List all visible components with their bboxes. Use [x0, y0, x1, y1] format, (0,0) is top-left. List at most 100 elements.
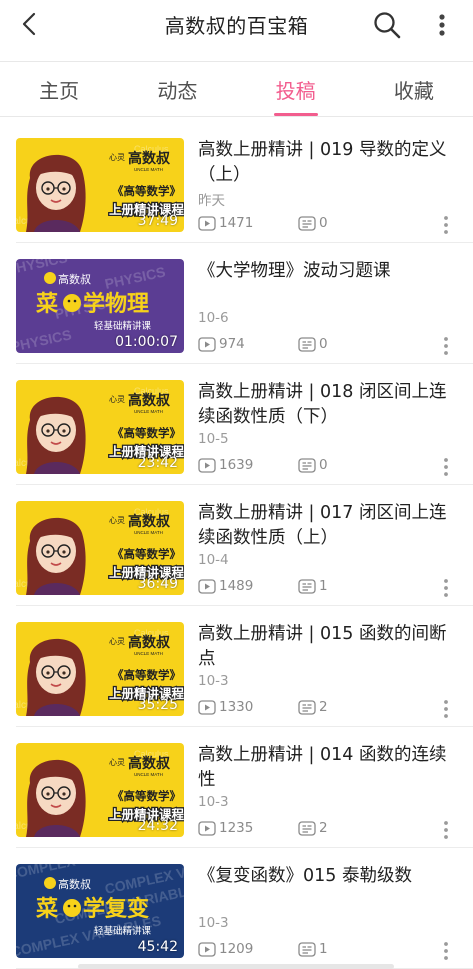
svg-text:心灵: 心灵 [109, 758, 125, 767]
play-count-value: 1330 [219, 699, 254, 715]
thumb-subtitle: 《高等数学》 [112, 789, 181, 803]
danmaku-count-value: 0 [319, 215, 328, 231]
video-duration: 35:25 [137, 697, 178, 713]
video-stats: 974 0 [198, 336, 463, 356]
video-list-item[interactable]: COMPLEX VARIABLES COMPLEX VARIABLES COMP… [0, 848, 473, 969]
upload-date: 昨天 [198, 193, 225, 209]
video-title[interactable]: 《大学物理》波动习题课 [198, 259, 456, 284]
video-duration: 23:42 [137, 455, 178, 471]
thumb-title-left: 菜 [35, 292, 58, 317]
video-title[interactable]: 高数上册精讲 | 015 函数的间断点 [198, 622, 456, 672]
video-title[interactable]: 高数上册精讲 | 014 函数的连续性 [198, 743, 456, 793]
video-stats: 1471 0 [198, 215, 463, 235]
danmaku-icon [298, 215, 316, 231]
video-duration: 37:49 [137, 213, 178, 229]
play-count: 1330 [198, 699, 253, 715]
svg-text:UNCLE MATH: UNCLE MATH [134, 409, 163, 414]
play-count-icon [198, 336, 216, 352]
danmaku-count: 2 [298, 699, 328, 715]
item-more-icon[interactable] [440, 698, 452, 720]
play-count-value: 1471 [219, 215, 254, 231]
danmaku-count-value: 2 [319, 699, 328, 715]
video-title[interactable]: 《复变函数》015 泰勒级数 [198, 864, 456, 889]
danmaku-icon [298, 336, 316, 352]
upload-date: 10-4 [198, 552, 229, 568]
item-more-icon[interactable] [440, 577, 452, 599]
video-title[interactable]: 高数上册精讲 | 019 导数的定义（上） [198, 138, 456, 188]
video-thumbnail[interactable]: Calculus Calculus 心灵 高数叔 UNCLE MATH 《高等数… [16, 138, 184, 232]
back-arrow-icon[interactable] [18, 10, 42, 38]
danmaku-count: 0 [298, 215, 328, 231]
video-title[interactable]: 高数上册精讲 | 018 闭区间上连续函数性质（下） [198, 380, 456, 430]
scroll-indicator [78, 964, 394, 969]
video-thumbnail[interactable]: Calculus Calculus 心灵 高数叔 UNCLE MATH 《高等数… [16, 501, 184, 595]
svg-text:心灵: 心灵 [109, 395, 125, 404]
svg-text:心灵: 心灵 [109, 516, 125, 525]
play-count-value: 1489 [219, 578, 254, 594]
thumb-subtitle: 《高等数学》 [112, 184, 181, 198]
play-count-icon [198, 699, 216, 715]
danmaku-icon [298, 699, 316, 715]
video-list-item[interactable]: Calculus Calculus 心灵 高数叔 UNCLE MATH 《高等数… [0, 606, 473, 727]
svg-text:UNCLE MATH: UNCLE MATH [134, 772, 163, 777]
video-list-item[interactable]: Calculus Calculus 心灵 高数叔 UNCLE MATH 《高等数… [0, 364, 473, 485]
video-duration: 45:42 [137, 939, 178, 955]
item-more-icon[interactable] [440, 940, 452, 962]
video-thumbnail[interactable]: PHYSICS PHYSICS PHYSICS PHYSICS 高数叔 菜 学物… [16, 259, 184, 353]
video-list-item[interactable]: Calculus Calculus 心灵 高数叔 UNCLE MATH 《高等数… [0, 727, 473, 848]
svg-text:心灵: 心灵 [109, 637, 125, 646]
video-thumbnail[interactable]: COMPLEX VARIABLES COMPLEX VARIABLES COMP… [16, 864, 184, 958]
video-duration: 24:32 [137, 818, 178, 834]
video-stats: 1235 2 [198, 820, 463, 840]
top-app-bar: 高数叔的百宝箱 [0, 0, 473, 48]
play-count: 1489 [198, 578, 253, 594]
video-list-item[interactable]: Calculus Calculus 心灵 高数叔 UNCLE MATH 《高等数… [0, 122, 473, 243]
danmaku-count-value: 1 [319, 578, 328, 594]
video-thumbnail[interactable]: Calculus Calculus 心灵 高数叔 UNCLE MATH 《高等数… [16, 743, 184, 837]
thumb-brand: 高数叔 [58, 877, 91, 891]
tab-favorites[interactable]: 收藏 [355, 62, 473, 116]
tab-uploads[interactable]: 投稿 [237, 62, 355, 116]
item-more-icon[interactable] [440, 456, 452, 478]
more-vertical-icon[interactable] [432, 10, 452, 40]
video-duration: 01:00:07 [115, 334, 178, 350]
thumb-subtitle: 《高等数学》 [112, 426, 181, 440]
svg-text:心灵: 心灵 [109, 153, 125, 162]
tab-label: 投稿 [275, 78, 316, 103]
danmaku-icon [298, 578, 316, 594]
danmaku-count: 1 [298, 941, 328, 957]
play-count-value: 1209 [219, 941, 254, 957]
video-stats: 1489 1 [198, 578, 463, 598]
video-stats: 1639 0 [198, 457, 463, 477]
danmaku-count: 2 [298, 820, 328, 836]
play-count: 1235 [198, 820, 253, 836]
thumb-title-right: 学复变 [83, 896, 149, 922]
item-more-icon[interactable] [440, 819, 452, 841]
video-list: Calculus Calculus 心灵 高数叔 UNCLE MATH 《高等数… [0, 122, 473, 969]
play-count-icon [198, 215, 216, 231]
thumb-title-left: 菜 [35, 897, 58, 922]
video-list-item[interactable]: Calculus Calculus 心灵 高数叔 UNCLE MATH 《高等数… [0, 485, 473, 606]
tab-activity[interactable]: 动态 [118, 62, 236, 116]
video-thumbnail[interactable]: Calculus Calculus 心灵 高数叔 UNCLE MATH 《高等数… [16, 380, 184, 474]
thumb-brand: 高数叔 [128, 634, 171, 651]
video-list-item[interactable]: PHYSICS PHYSICS PHYSICS PHYSICS 高数叔 菜 学物… [0, 243, 473, 364]
danmaku-count-value: 2 [319, 820, 328, 836]
upload-date: 10-3 [198, 915, 229, 931]
item-more-icon[interactable] [440, 214, 452, 236]
tab-home[interactable]: 主页 [0, 62, 118, 116]
danmaku-icon [298, 457, 316, 473]
tab-label: 动态 [157, 78, 198, 103]
video-title[interactable]: 高数上册精讲 | 017 闭区间上连续函数性质（上） [198, 501, 456, 551]
play-count-value: 1235 [219, 820, 254, 836]
video-thumbnail[interactable]: Calculus Calculus 心灵 高数叔 UNCLE MATH 《高等数… [16, 622, 184, 716]
thumb-sub: 轻基础精讲课 [94, 925, 152, 937]
danmaku-count: 1 [298, 578, 328, 594]
svg-text:UNCLE MATH: UNCLE MATH [134, 651, 163, 656]
svg-text:UNCLE MATH: UNCLE MATH [134, 530, 163, 535]
play-count: 1639 [198, 457, 253, 473]
danmaku-count-value: 1 [319, 941, 328, 957]
search-icon[interactable] [372, 10, 402, 40]
upload-date: 10-5 [198, 431, 229, 447]
item-more-icon[interactable] [440, 335, 452, 357]
